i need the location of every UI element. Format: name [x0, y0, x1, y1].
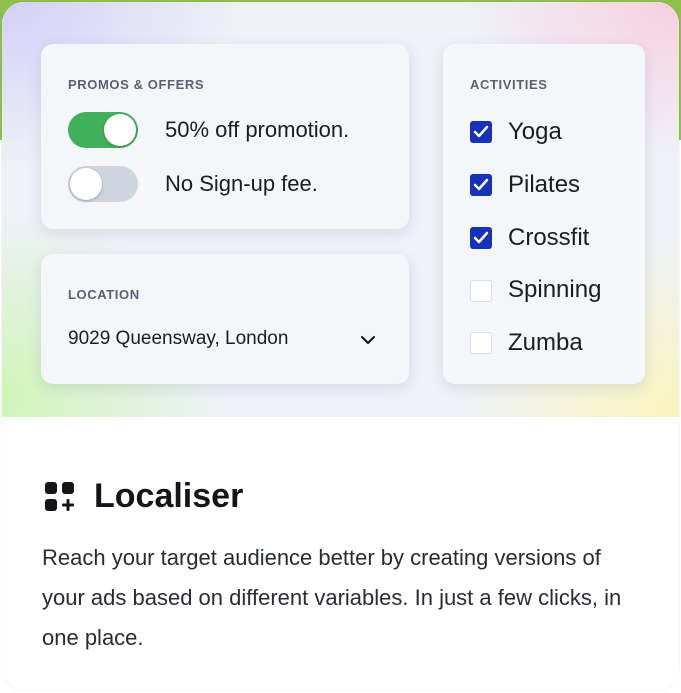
- hero-illustration: PROMOS & OFFERS 50% off promotion. No Si…: [2, 2, 679, 417]
- checkmark-icon: [473, 125, 489, 138]
- checkmark-icon: [473, 231, 489, 244]
- activities-heading: ACTIVITIES: [470, 77, 548, 92]
- promo-label-no-signup: No Sign-up fee.: [165, 171, 318, 196]
- activity-label-yoga: Yoga: [508, 118, 562, 145]
- feature-description: Reach your target audience better by cre…: [42, 545, 622, 650]
- location-value: 9029 Queensway, London: [68, 328, 289, 349]
- feature-title: Localiser: [94, 477, 244, 515]
- checkbox-zumba[interactable]: [470, 332, 492, 354]
- promo-label-50-off: 50% off promotion.: [165, 117, 350, 142]
- checkbox-spinning[interactable]: [470, 280, 492, 302]
- promo-toggle-no-signup[interactable]: [68, 166, 138, 202]
- promo-toggle-50-off[interactable]: [68, 112, 138, 148]
- chevron-down-icon: [360, 335, 376, 345]
- feature-card: PROMOS & OFFERS 50% off promotion. No Si…: [2, 2, 679, 690]
- checkbox-pilates[interactable]: [470, 174, 492, 196]
- toggle-knob: [70, 168, 102, 200]
- checkbox-yoga[interactable]: [470, 121, 492, 143]
- activity-label-pilates: Pilates: [508, 171, 581, 198]
- checkmark-icon: [473, 178, 489, 191]
- apps-plus-icon: [45, 482, 74, 511]
- activities-panel: ACTIVITIES Yoga Pilates Crossfit Spinnin…: [443, 44, 645, 384]
- location-heading: LOCATION: [68, 287, 140, 302]
- location-select[interactable]: 9029 Queensway, London: [61, 320, 391, 360]
- activity-label-crossfit: Crossfit: [508, 224, 590, 251]
- checkbox-crossfit[interactable]: [470, 227, 492, 249]
- activity-label-zumba: Zumba: [508, 329, 583, 356]
- location-panel: LOCATION 9029 Queensway, London: [41, 254, 409, 384]
- toggle-knob: [104, 114, 136, 146]
- promos-panel: PROMOS & OFFERS 50% off promotion. No Si…: [41, 44, 409, 229]
- promos-heading: PROMOS & OFFERS: [68, 77, 205, 92]
- activity-label-spinning: Spinning: [508, 276, 602, 303]
